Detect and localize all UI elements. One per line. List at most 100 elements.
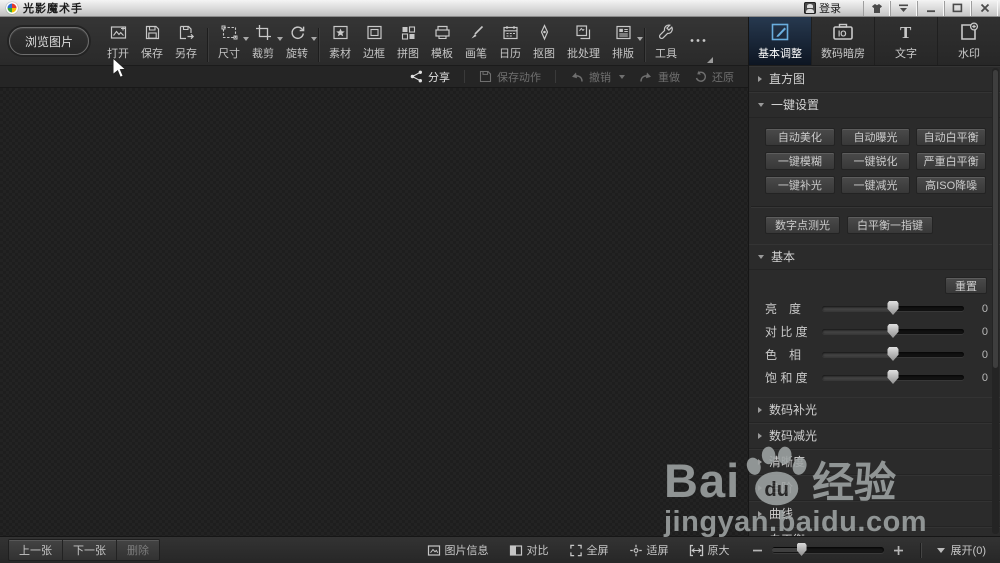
undo-button[interactable]: 撤销 — [570, 69, 625, 85]
auto-exposure-button[interactable]: 自动曝光 — [841, 128, 911, 146]
toolbar-more-button[interactable] — [683, 24, 713, 53]
minimize-button[interactable] — [917, 1, 944, 16]
onekey-fill-light-button[interactable]: 一键补光 — [765, 176, 835, 194]
skin-button[interactable] — [863, 1, 890, 16]
toolbar-layout-button[interactable]: 排版 — [606, 24, 640, 61]
original-size-label: 原大 — [708, 542, 730, 558]
login-button[interactable]: 登录 — [804, 0, 841, 16]
toolbar-frame-label: 边框 — [363, 45, 385, 61]
spot-metering-button[interactable]: 数字点测光 — [765, 216, 840, 234]
collapsed-arrow-icon — [758, 511, 762, 517]
brightness-slider[interactable] — [822, 306, 964, 311]
svg-text:T: T — [900, 23, 912, 42]
browse-images-button[interactable]: 浏览图片 — [9, 27, 89, 55]
onekey-extra-row: 数字点测光 白平衡一指键 — [749, 207, 1000, 244]
close-button[interactable] — [971, 1, 998, 16]
browse-images-label: 浏览图片 — [25, 33, 73, 50]
undo-icon — [570, 71, 584, 83]
section-digital-dim-light[interactable]: 数码减光 — [749, 423, 1000, 449]
toolbar-save-button[interactable]: 保存 — [135, 24, 169, 61]
hue-value: 0 — [973, 349, 988, 361]
tab-basic-adjust[interactable]: 基本调整 — [749, 17, 812, 65]
reset-button[interactable]: 重置 — [945, 277, 987, 294]
delete-image-button[interactable]: 删除 — [117, 540, 159, 560]
original-size-button[interactable]: 原大 — [689, 542, 730, 558]
expand-tray-button[interactable]: 展开(0) — [937, 542, 986, 558]
toolbar-calendar-button[interactable]: 日历 — [493, 24, 527, 61]
next-image-button[interactable]: 下一张 — [63, 540, 117, 560]
toolbar-rotate-button[interactable]: 旋转 — [280, 24, 314, 61]
toolbar-resize-button[interactable]: 尺寸 — [212, 24, 246, 61]
revert-button[interactable]: 还原 — [694, 69, 734, 85]
maximize-button[interactable] — [944, 1, 971, 16]
section-levels[interactable]: 色阶 — [749, 475, 1000, 501]
basic-adjust-icon — [770, 22, 790, 42]
tab-darkroom[interactable]: IO 数码暗房 — [812, 17, 875, 65]
bottombar-separator — [920, 543, 921, 558]
section-clarity[interactable]: 清晰度 — [749, 449, 1000, 475]
contrast-slider[interactable] — [822, 329, 964, 334]
slider-thumb[interactable] — [888, 301, 899, 315]
zoom-in-icon[interactable] — [893, 545, 904, 556]
section-clarity-label: 清晰度 — [769, 453, 805, 470]
collapsed-arrow-icon — [758, 76, 762, 82]
toolbar-cutout-button[interactable]: 抠图 — [527, 24, 561, 61]
saturation-label: 饱 和 度 — [765, 369, 813, 386]
toolbar-tools-button[interactable]: 工具 — [649, 24, 683, 61]
zoom-control — [752, 545, 904, 556]
tab-watermark[interactable]: 水印 — [938, 17, 1000, 65]
section-histogram[interactable]: 直方图 — [749, 66, 1000, 92]
toolbar-frame-button[interactable]: 边框 — [357, 24, 391, 61]
zoom-slider-thumb[interactable] — [797, 543, 807, 556]
section-onekey[interactable]: 一键设置 — [749, 92, 1000, 118]
prev-image-button[interactable]: 上一张 — [9, 540, 63, 560]
section-digital-fill-light[interactable]: 数码补光 — [749, 397, 1000, 423]
toolbar-template-button[interactable]: 模板 — [425, 24, 459, 61]
white-balance-picker-button[interactable]: 白平衡一指键 — [847, 216, 933, 234]
auto-beautify-button[interactable]: 自动美化 — [765, 128, 835, 146]
redo-button[interactable]: 重做 — [639, 69, 680, 85]
panel-scrollbar[interactable] — [992, 68, 999, 534]
severe-white-balance-button[interactable]: 严重白平衡 — [916, 152, 986, 170]
share-button[interactable]: 分享 — [410, 69, 450, 85]
fullscreen-button[interactable]: 全屏 — [569, 542, 609, 558]
saturation-slider[interactable] — [822, 375, 964, 380]
toolbar-batch-label: 批处理 — [567, 45, 600, 61]
frame-icon — [366, 24, 383, 41]
toolbar-saveas-button[interactable]: 另存 — [169, 24, 203, 61]
undo-dropdown-icon[interactable] — [619, 75, 625, 79]
toolbar-collage-button[interactable]: 拼图 — [391, 24, 425, 61]
panel-scrollbar-thumb[interactable] — [993, 70, 998, 368]
onekey-blur-button[interactable]: 一键模糊 — [765, 152, 835, 170]
section-white-balance[interactable]: 白平衡 — [749, 527, 1000, 536]
toolbar-crop-button[interactable]: 裁剪 — [246, 24, 280, 61]
high-iso-denoise-button[interactable]: 高ISO降噪 — [916, 176, 986, 194]
maximize-icon — [952, 3, 963, 13]
hue-slider[interactable] — [822, 352, 964, 357]
save-action-button[interactable]: 保存动作 — [479, 69, 541, 85]
toolbar-open-button[interactable]: 打开 — [101, 24, 135, 61]
section-basic[interactable]: 基本 — [749, 244, 1000, 270]
slider-thumb[interactable] — [888, 347, 899, 361]
image-canvas[interactable] — [0, 88, 748, 536]
slider-thumb[interactable] — [888, 324, 899, 338]
section-levels-label: 色阶 — [769, 479, 793, 496]
toolbar-batch-button[interactable]: 批处理 — [561, 24, 606, 61]
toolbar-material-button[interactable]: 素材 — [323, 24, 357, 61]
tab-text[interactable]: T 文字 — [875, 17, 938, 65]
section-curves[interactable]: 曲线 — [749, 501, 1000, 527]
auto-white-balance-button[interactable]: 自动白平衡 — [916, 128, 986, 146]
image-info-button[interactable]: 图片信息 — [427, 542, 489, 558]
cutout-pen-icon — [536, 24, 553, 41]
zoom-out-icon[interactable] — [752, 545, 763, 556]
collapse-to-tray-button[interactable] — [890, 1, 917, 16]
toolbar-brush-button[interactable]: 画笔 — [459, 24, 493, 61]
zoom-slider[interactable] — [772, 547, 884, 553]
collapsed-arrow-icon — [758, 407, 762, 413]
toolbar-separator — [644, 28, 645, 62]
compare-button[interactable]: 对比 — [509, 542, 549, 558]
onekey-sharpen-button[interactable]: 一键锐化 — [841, 152, 911, 170]
onekey-dim-light-button[interactable]: 一键减光 — [841, 176, 911, 194]
slider-thumb[interactable] — [888, 370, 899, 384]
fit-screen-button[interactable]: 适屏 — [629, 542, 669, 558]
